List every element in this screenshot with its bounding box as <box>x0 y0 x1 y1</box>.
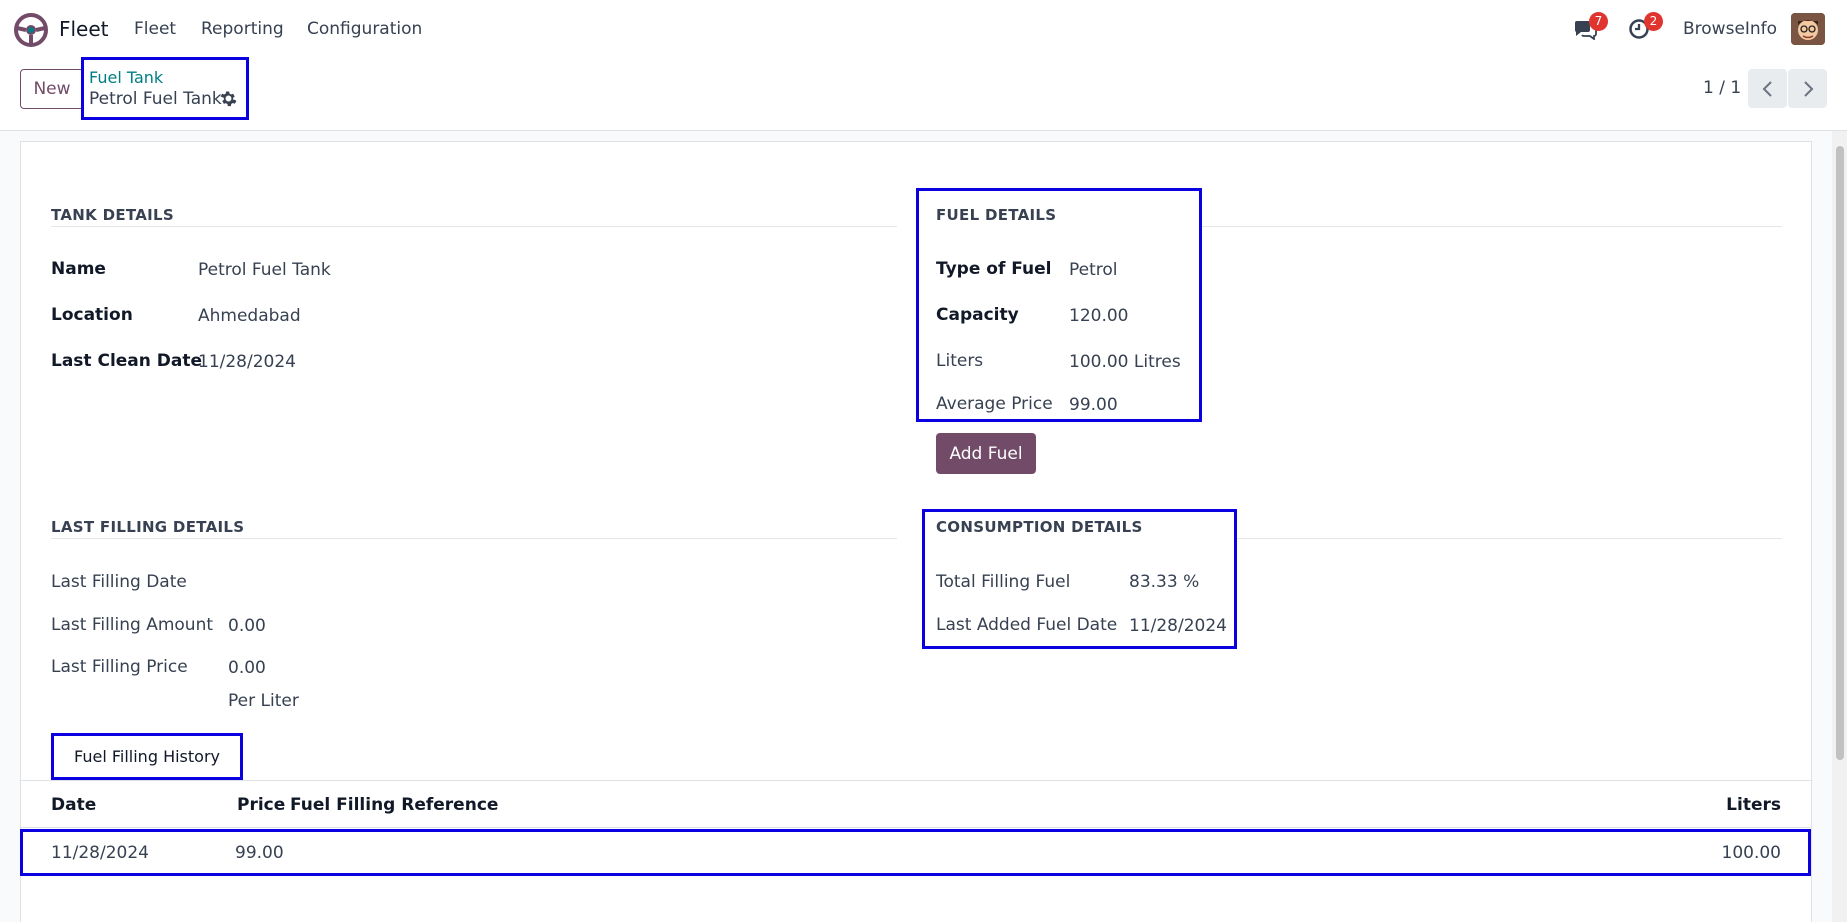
scrollbar-thumb[interactable] <box>1836 146 1844 760</box>
name-field[interactable]: Petrol Fuel Tank <box>198 260 331 280</box>
location-field[interactable]: Ahmedabad <box>198 306 301 326</box>
tank-details-separator <box>51 226 897 227</box>
fleet-app-icon[interactable] <box>14 13 48 47</box>
type-of-fuel-field[interactable]: Petrol <box>1069 260 1118 280</box>
column-header-liters[interactable]: Liters <box>1726 795 1781 815</box>
menu-configuration[interactable]: Configuration <box>307 19 422 39</box>
breadcrumb-current: Petrol Fuel Tank <box>89 89 222 109</box>
average-price-value: 99.00 <box>1069 395 1118 415</box>
location-label: Location <box>51 305 133 325</box>
column-header-reference[interactable]: Fuel Filling Reference <box>290 795 498 815</box>
last-filling-separator <box>51 538 897 539</box>
menu-fleet[interactable]: Fleet <box>134 19 176 39</box>
last-filling-amount-label: Last Filling Amount <box>51 615 214 635</box>
tab-underline <box>20 780 1812 781</box>
add-fuel-button[interactable]: Add Fuel <box>936 433 1036 474</box>
total-filling-fuel-value: 83.33 % <box>1129 572 1200 592</box>
last-filling-price-value: 0.00 <box>228 658 266 678</box>
tab-fuel-filling-history[interactable]: Fuel Filling History <box>51 733 243 780</box>
chevron-left-icon <box>1762 80 1772 97</box>
capacity-field[interactable]: 120.00 <box>1069 306 1128 326</box>
chevron-right-icon <box>1803 80 1813 97</box>
user-avatar[interactable] <box>1791 13 1825 45</box>
liters-label: Liters <box>936 351 984 371</box>
table-row[interactable] <box>20 829 1811 876</box>
consumption-details-title: CONSUMPTION DETAILS <box>936 518 1143 536</box>
last-filling-date-label: Last Filling Date <box>51 572 187 592</box>
row-price-cell: 99.00 <box>235 843 284 863</box>
last-added-fuel-date-value: 11/28/2024 <box>1129 616 1227 636</box>
company-switcher[interactable]: BrowseInfo <box>1683 19 1777 39</box>
capacity-label: Capacity <box>936 305 1019 325</box>
average-price-label: Average Price <box>936 394 1053 414</box>
pager-next-button[interactable] <box>1788 69 1827 108</box>
total-filling-fuel-label: Total Filling Fuel <box>936 572 1071 592</box>
type-of-fuel-label: Type of Fuel <box>936 259 1052 279</box>
pager-value[interactable]: 1 / 1 <box>1703 78 1741 98</box>
gear-icon[interactable] <box>220 90 237 107</box>
last-added-fuel-date-label: Last Added Fuel Date <box>936 615 1118 635</box>
last-filling-amount-value: 0.00 <box>228 616 266 636</box>
menu-reporting[interactable]: Reporting <box>201 19 284 39</box>
price-unit-text: Per Liter <box>228 691 299 711</box>
liters-value: 100.00 Litres <box>1069 352 1181 372</box>
app-name[interactable]: Fleet <box>59 17 109 41</box>
top-navbar: Fleet Fleet Reporting Configuration 7 2 … <box>0 0 1847 58</box>
messages-badge: 7 <box>1589 12 1608 31</box>
last-filling-title: LAST FILLING DETAILS <box>51 518 245 536</box>
last-filling-price-label: Last Filling Price <box>51 657 188 677</box>
fuel-details-separator <box>1202 226 1782 227</box>
fuel-details-title: FUEL DETAILS <box>936 206 1057 224</box>
activities-badge: 2 <box>1644 12 1663 31</box>
column-header-date[interactable]: Date <box>51 795 96 815</box>
pager-previous-button[interactable] <box>1748 69 1787 108</box>
new-button[interactable]: New <box>20 69 84 109</box>
control-panel <box>0 58 1847 131</box>
consumption-separator <box>1237 538 1782 539</box>
last-clean-date-field[interactable]: 11/28/2024 <box>198 352 296 372</box>
column-header-price[interactable]: Price <box>237 795 285 815</box>
table-header-separator <box>20 827 1812 828</box>
last-clean-date-label: Last Clean Date <box>51 351 203 371</box>
name-label: Name <box>51 259 106 279</box>
tank-details-title: TANK DETAILS <box>51 206 174 224</box>
row-liters-cell: 100.00 <box>1721 843 1781 863</box>
breadcrumb-parent-link[interactable]: Fuel Tank <box>89 68 163 87</box>
row-date-cell: 11/28/2024 <box>51 843 149 863</box>
